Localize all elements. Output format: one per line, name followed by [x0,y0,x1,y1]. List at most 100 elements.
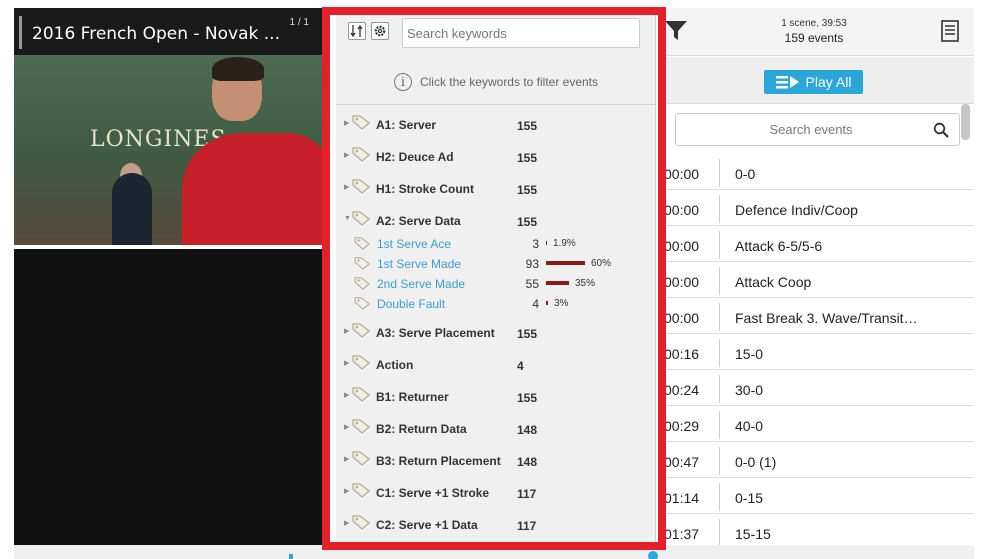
chevron-right-icon[interactable]: ▶ [344,119,349,127]
player-hair [212,57,264,81]
tag-icon [354,276,370,290]
keyword-item-row[interactable]: 1st Serve Ace 3 1.9% [336,233,655,253]
keyword-group-row[interactable]: ▶ B2: Return Data 148 [336,409,655,441]
keyword-search-input[interactable] [403,19,639,47]
chevron-right-icon[interactable]: ▶ [344,151,349,159]
event-row[interactable]: 00:00 Attack 6-5/5-6 [664,226,974,262]
keyword-group-name: A3: Serve Placement [376,326,495,340]
keyword-group-row[interactable]: ▼ A2: Serve Data 155 [336,201,655,233]
keyword-group-row[interactable]: ▶ A1: Server 155 [336,105,655,137]
video-black-area [14,249,322,545]
events-scrollbar[interactable] [961,104,970,140]
event-time: 01:14 [664,490,700,506]
event-row[interactable]: 00:16 15-0 [664,334,974,370]
tag-icon [354,296,370,310]
keyword-item-row[interactable]: 1st Serve Made 93 60% [336,253,655,273]
chevron-right-icon[interactable]: ▶ [344,391,349,399]
chevron-right-icon[interactable]: ▶ [344,455,349,463]
event-time: 00:00 [664,310,700,326]
chevron-right-icon[interactable]: ▶ [344,327,349,335]
chevron-right-icon[interactable]: ▶ [344,423,349,431]
sort-icon[interactable] [348,22,366,40]
event-separator [719,303,720,331]
keyword-group-name: Action [376,358,414,372]
event-row[interactable]: 00:00 Fast Break 3. Wave/Transit… [664,298,974,334]
keyword-group-count: 155 [517,215,538,229]
event-description: 0-0 (1) [735,454,777,470]
keyword-group-row[interactable]: ▶ H2: Deuce Ad 155 [336,137,655,169]
title-accent [19,16,22,49]
keyword-item-count: 4 [532,297,539,311]
keyword-item-link[interactable]: 1st Serve Ace [377,237,451,251]
keyword-item-percent: 60% [591,258,612,269]
video-counter: 1 / 1 [289,17,309,28]
chevron-right-icon[interactable]: ▶ [344,183,349,191]
tag-icon [352,514,370,530]
search-icon[interactable] [933,122,949,138]
chevron-right-icon[interactable]: ▶ [344,359,349,367]
keyword-group-row[interactable]: ▶ Action 4 [336,345,655,377]
keyword-group-count: 155 [517,119,538,133]
chevron-right-icon[interactable]: ▶ [344,487,349,495]
keyword-item-link[interactable]: Double Fault [377,297,445,311]
keyword-group-count: 155 [517,151,538,165]
event-separator [719,195,720,223]
event-row[interactable]: 01:14 0-15 [664,478,974,514]
event-separator [719,231,720,259]
event-row[interactable]: 00:29 40-0 [664,406,974,442]
filter-icon[interactable] [664,18,688,42]
keyword-group-name: A1: Server [376,118,437,132]
document-icon[interactable] [940,20,960,42]
bystander [112,173,152,245]
keyword-group-row[interactable]: ▶ B3: Return Placement 148 [336,441,655,473]
keyword-group-count: 148 [517,455,538,469]
event-description: Attack Coop [735,274,812,290]
event-row[interactable]: 00:24 30-0 [664,370,974,406]
event-separator [719,411,720,439]
event-time: 00:47 [664,454,700,470]
keyword-item-bar [546,301,548,305]
chevron-down-icon[interactable]: ▼ [344,215,351,222]
events-search-input[interactable] [676,114,926,145]
keyword-item-bar [546,281,569,285]
gear-icon[interactable] [371,22,389,40]
tag-icon [352,146,370,162]
keyword-group-row[interactable]: ▶ A3: Serve Placement 155 [336,313,655,345]
keyword-group-name: B3: Return Placement [376,454,501,468]
video-title-bar: 2016 French Open - Novak ... 1 / 1 [14,8,322,55]
keyword-group-row[interactable]: ▶ C1: Serve +1 Stroke 117 [336,473,655,505]
keyword-item-row[interactable]: 2nd Serve Made 55 35% [336,273,655,293]
event-separator [719,519,720,547]
keyword-group-count: 4 [517,359,524,373]
tag-icon [352,450,370,466]
info-icon: i [393,73,412,91]
tag-icon [354,256,370,270]
timeline-strip[interactable] [14,545,974,559]
event-row[interactable]: 00:47 0-0 (1) [664,442,974,478]
keyword-item-row[interactable]: Double Fault 4 3% [336,293,655,313]
keyword-item-link[interactable]: 2nd Serve Made [377,277,465,291]
event-description: 15-0 [735,346,764,362]
keyword-group-count: 117 [517,487,537,501]
keyword-search-box [402,18,640,48]
keyword-group-row[interactable]: ▶ H1: Stroke Count 155 [336,169,655,201]
keyword-group-row[interactable]: ▶ B1: Returner 155 [336,377,655,409]
keyword-item-bar [546,261,585,265]
event-row[interactable]: 00:00 Defence Indiv/Coop [664,190,974,226]
event-separator [719,339,720,367]
player-shirt [182,133,322,245]
event-time: 00:29 [664,418,700,434]
keyword-item-link[interactable]: 1st Serve Made [377,257,461,271]
chevron-right-icon[interactable]: ▶ [344,519,349,527]
keyword-group-name: B1: Returner [376,390,449,404]
keyword-group-row[interactable]: ▶ C2: Serve +1 Data 117 [336,505,655,537]
video-frame[interactable]: LONGINES [14,55,322,245]
event-row[interactable]: 00:00 0-0 [664,154,974,190]
timeline-handle[interactable] [648,551,658,559]
tag-icon [354,236,370,250]
event-description: 15-15 [735,526,771,542]
play-all-button[interactable]: Play All [764,70,863,94]
event-row[interactable]: 00:00 Attack Coop [664,262,974,298]
tag-icon [352,178,370,194]
play-all-label: Play All [805,74,852,90]
